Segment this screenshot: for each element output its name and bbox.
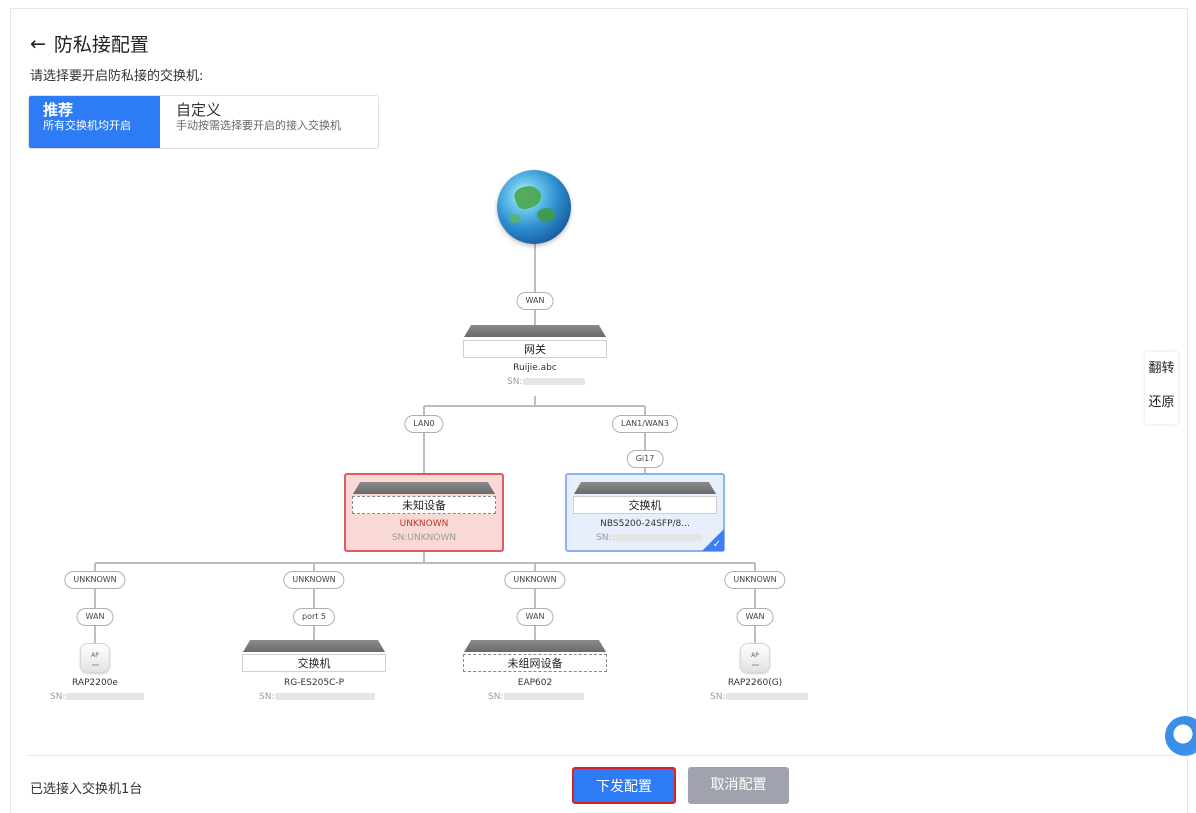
core-switch-model: NBS5200-24SFP/8...	[600, 519, 690, 529]
flip-button[interactable]: 翻转	[1145, 352, 1178, 386]
child-1-sn: SN:	[50, 692, 145, 702]
wan-port-label: WAN	[516, 292, 554, 310]
port-label-lan0: LAN0	[404, 415, 444, 433]
unknown-device-sn: SN:UNKNOWN	[391, 533, 457, 543]
child-2-sn: SN:	[259, 692, 376, 702]
topology-side-toolbar: 翻转 还原	[1145, 352, 1178, 424]
child-2-uplink-label: UNKNOWN	[283, 571, 345, 589]
gateway-sn: SN:	[507, 377, 586, 387]
switch-device-icon[interactable]	[243, 640, 385, 652]
child-4-uplink-label: UNKNOWN	[724, 571, 786, 589]
unknown-device-icon	[353, 482, 495, 494]
child-1-uplink-label: UNKNOWN	[64, 571, 126, 589]
ap-device-icon[interactable]: AP	[740, 643, 770, 673]
unknown-device-model: UNKNOWN	[399, 519, 449, 529]
core-switch-name: 交换机	[573, 496, 717, 514]
gateway-name: 网关	[463, 340, 607, 358]
child-2-model: RG-ES205C-P	[283, 678, 345, 688]
gateway-device-icon[interactable]	[464, 325, 606, 337]
child-4-port-label: WAN	[736, 608, 774, 626]
core-switch-icon	[574, 482, 716, 494]
port-label-gi17: Gi17	[626, 450, 664, 468]
child-1-port-label: WAN	[76, 608, 114, 626]
restore-button[interactable]: 还原	[1145, 386, 1178, 420]
unnetworked-device-icon[interactable]	[464, 640, 606, 652]
footer-divider	[28, 755, 1176, 756]
child-3-name: 未组网设备	[463, 654, 607, 672]
selected-check-icon: ✓	[702, 529, 724, 551]
child-4-model: RAP2260(G)	[727, 678, 783, 688]
child-3-sn: SN:	[488, 692, 585, 702]
child-3-port-label: WAN	[516, 608, 554, 626]
child-2-port-label: port 5	[292, 608, 336, 626]
gateway-model: Ruijie.abc	[513, 363, 557, 373]
port-label-lan1-wan3: LAN1/WAN3	[612, 415, 678, 433]
apply-config-button[interactable]: 下发配置	[572, 767, 676, 804]
child-1-model: RAP2200e	[72, 678, 118, 688]
topology-links	[94, 240, 756, 645]
ap-device-icon[interactable]: AP	[80, 643, 110, 673]
child-4-sn: SN:	[710, 692, 809, 702]
unknown-device-name: 未知设备	[352, 496, 496, 514]
internet-globe-icon	[497, 170, 571, 244]
selected-count-text: 已选接入交换机1台	[30, 782, 143, 797]
core-switch-sn: SN:	[596, 533, 703, 543]
child-3-uplink-label: UNKNOWN	[504, 571, 566, 589]
child-3-model: EAP602	[517, 678, 553, 688]
child-2-name: 交换机	[242, 654, 386, 672]
cancel-config-button[interactable]: 取消配置	[688, 767, 789, 804]
